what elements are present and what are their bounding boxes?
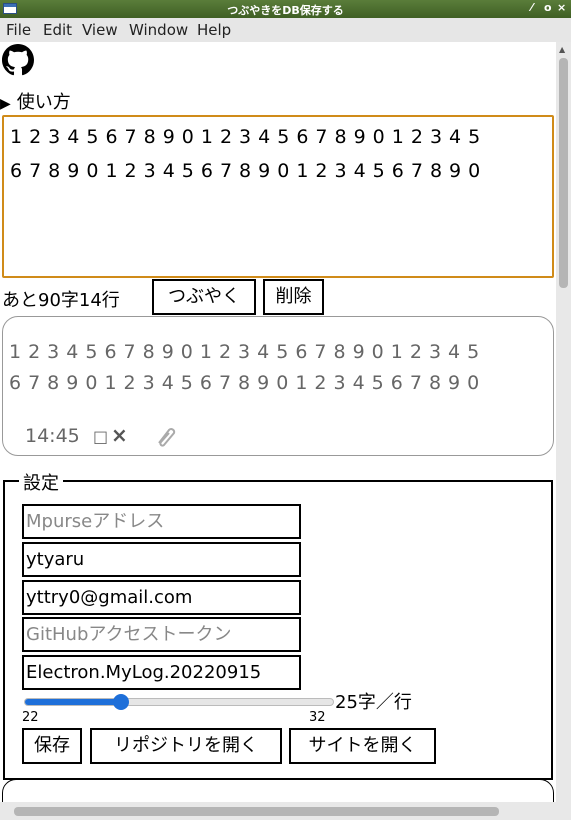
menu-file[interactable]: File [6,21,31,39]
disclosure-triangle-icon: ▶ [0,96,11,112]
menu-bar: File Edit View Window Help [0,18,571,42]
github-icon[interactable] [2,44,34,76]
slider-fill [25,699,121,705]
post-card: 1234567890123456789012345 67890123456789… [2,316,554,456]
usage-summary[interactable]: ▶ 使い方 [0,88,71,114]
open-site-button[interactable]: サイトを開く [289,728,436,764]
minimize-icon[interactable]: ⁄ [531,1,533,14]
menu-view[interactable]: View [82,21,118,39]
delete-button[interactable]: 削除 [263,279,324,315]
post-text: 1234567890123456789012345 67890123456789… [9,341,487,394]
slider-max-label: 32 [309,710,326,725]
chars-per-line-slider[interactable] [24,694,334,710]
horizontal-scroll-thumb[interactable] [14,807,499,816]
horizontal-scrollbar[interactable] [0,802,556,820]
title-bar: つぶやきをDB保存する ⁄ o × [0,0,571,18]
paperclip-icon[interactable] [153,424,177,448]
repository-input[interactable]: Electron.MyLog.20220915 [22,655,301,690]
delete-icon[interactable]: × [111,423,128,447]
slider-value-label: 25字／行 [335,692,412,713]
vertical-scroll-thumb[interactable] [559,58,568,288]
username-input[interactable]: ytyaru [22,542,301,577]
tweet-button[interactable]: つぶやく [152,279,256,315]
tweet-textarea[interactable]: 1234567890123456789012345 67890123456789… [2,115,554,278]
menu-window[interactable]: Window [129,21,188,39]
slider-thumb[interactable] [113,694,129,710]
mpurse-address-input[interactable]: Mpurseアドレス [22,504,301,539]
window-title: つぶやきをDB保存する [227,4,344,17]
settings-fieldset: 設定 Mpurseアドレス ytyaru yttry0@gmail.com Gi… [3,469,553,780]
save-button[interactable]: 保存 [22,728,82,764]
main-content: ▶ 使い方 1234567890123456789012345 678901234… [0,42,556,820]
menu-edit[interactable]: Edit [43,21,72,39]
post-time: 14:45 [25,425,80,447]
vertical-scrollbar[interactable]: ▲ [556,42,571,820]
settings-legend: 設定 [19,469,63,495]
github-token-input[interactable]: GitHubアクセストークン [22,617,301,652]
slider-min-label: 22 [22,710,39,725]
close-icon[interactable]: × [557,1,566,14]
maximize-icon[interactable]: o [544,1,552,14]
menu-help[interactable]: Help [197,21,231,39]
remaining-count: あと90字14行 [2,290,120,311]
scroll-up-icon[interactable]: ▲ [559,45,565,54]
post-checkbox[interactable]: □ [93,427,108,446]
open-repository-button[interactable]: リポジトリを開く [90,728,282,764]
email-input[interactable]: yttry0@gmail.com [22,580,301,615]
